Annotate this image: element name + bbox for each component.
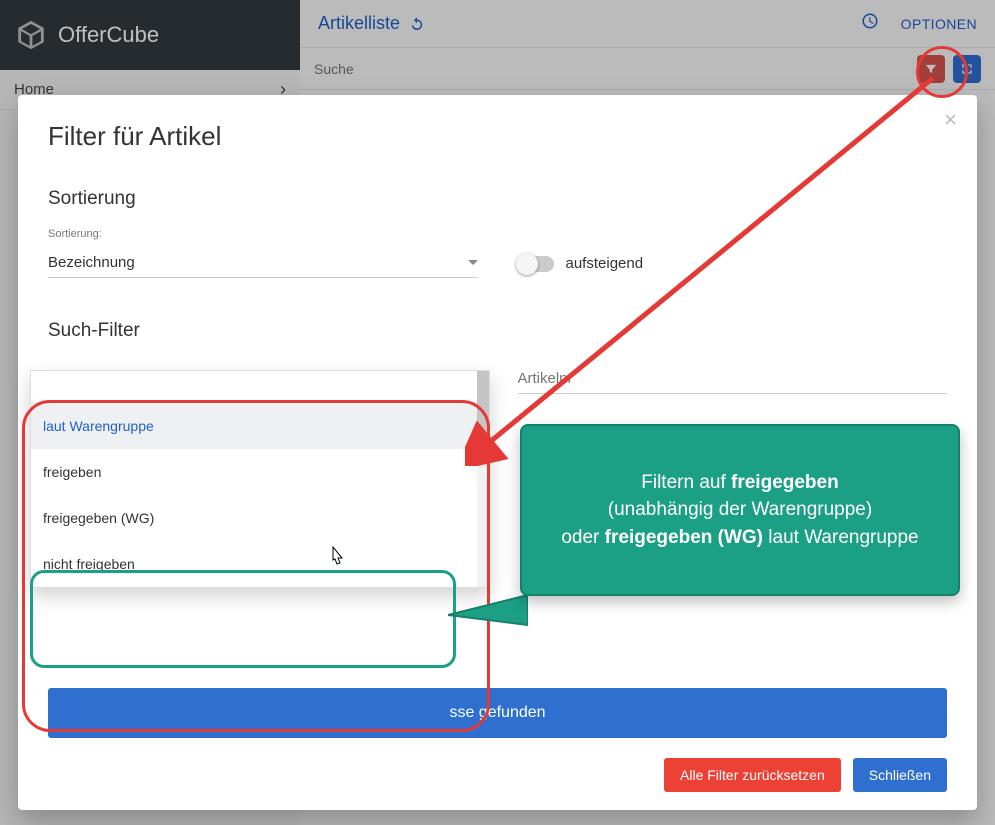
dropdown-option-laut-warengruppe[interactable]: laut Warengruppe	[31, 403, 489, 449]
section-sortierung: Sortierung	[48, 188, 947, 210]
sort-select[interactable]: Bezeichnung	[48, 246, 478, 278]
close-button[interactable]: Schließen	[853, 758, 947, 792]
modal-title: Filter für Artikel	[48, 121, 947, 152]
sort-label: Sortierung:	[48, 228, 478, 240]
modal-footer: Alle Filter zurücksetzen Schließen	[48, 758, 947, 792]
dropdown-option-blank[interactable]	[31, 371, 489, 403]
dropdown-option-freigegeben-wg[interactable]: freigegeben (WG)	[31, 495, 489, 541]
results-bar: sse gefunden	[48, 688, 947, 738]
ascending-label: aufsteigend	[566, 255, 644, 272]
dropdown-option-nicht-freigeben[interactable]: nicht freigeben	[31, 541, 489, 587]
reset-filters-button[interactable]: Alle Filter zurücksetzen	[664, 758, 841, 792]
section-suchfilter: Such-Filter	[48, 320, 947, 342]
modal-close-button[interactable]: ×	[944, 109, 957, 131]
caret-down-icon	[468, 260, 478, 265]
ascending-toggle[interactable]	[518, 256, 554, 272]
dropdown-scrollbar[interactable]	[477, 371, 489, 587]
webshop-dropdown-open: laut Warengruppe freigeben freigegeben (…	[30, 370, 490, 588]
sort-select-value: Bezeichnung	[48, 254, 135, 271]
dropdown-option-freigeben[interactable]: freigeben	[31, 449, 489, 495]
artikelnr-input[interactable]	[518, 360, 948, 394]
